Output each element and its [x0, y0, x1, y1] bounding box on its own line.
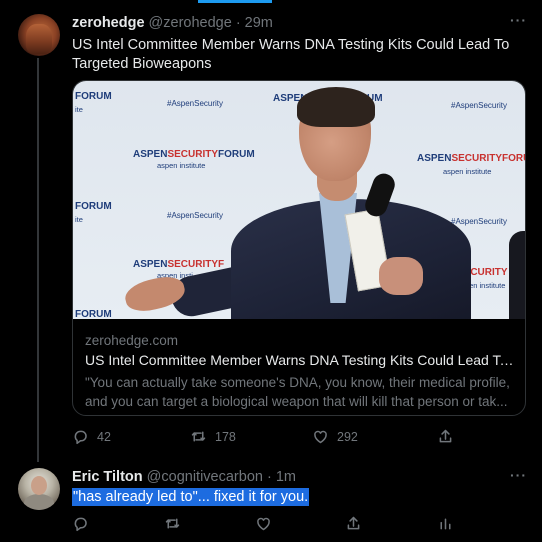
author-name[interactable]: zerohedge	[72, 15, 145, 31]
analytics-button[interactable]	[437, 515, 454, 532]
wall-text: FORUM	[75, 91, 112, 102]
wall-text: FORUM	[75, 309, 112, 319]
share-button[interactable]	[437, 428, 454, 445]
card-image: FORUM ite #AspenSecurity ASPEN UM #Aspen…	[73, 81, 525, 319]
tweet-header: zerohedge @zerohedge · 29m	[72, 15, 273, 31]
link-card[interactable]: FORUM ite #AspenSecurity ASPEN UM #Aspen…	[72, 80, 526, 416]
card-description: "You can actually take someone's DNA, yo…	[85, 375, 510, 409]
retweet-icon	[191, 431, 206, 442]
reply-button[interactable]	[72, 515, 89, 532]
tweet-actions	[72, 515, 472, 535]
more-options-icon[interactable]: ···	[510, 467, 527, 483]
reply-icon	[74, 517, 87, 532]
analytics-icon	[440, 518, 451, 530]
share-button[interactable]	[345, 515, 362, 532]
reply-icon	[74, 430, 87, 445]
like-count: 292	[337, 429, 358, 444]
like-button[interactable]	[255, 515, 272, 532]
author-handle-time[interactable]: @zerohedge · 29m	[149, 15, 273, 31]
heart-icon	[314, 430, 327, 444]
active-tab-indicator	[198, 0, 272, 3]
author-handle-time[interactable]: @cognitivecarbon · 1m	[147, 469, 296, 485]
wall-text: ite	[75, 105, 83, 114]
share-icon	[439, 429, 452, 443]
reply-button[interactable]: 42	[72, 428, 111, 445]
avatar-image	[26, 24, 52, 54]
tweet-header: Eric Tilton @cognitivecarbon · 1m	[72, 469, 296, 485]
tweet-text: US Intel Committee Member Warns DNA Test…	[72, 37, 510, 72]
card-domain: zerohedge.com	[85, 333, 179, 348]
author-name[interactable]: Eric Tilton	[72, 469, 143, 485]
avatar[interactable]	[18, 468, 60, 510]
speaker-photo	[122, 81, 471, 319]
retweet-button[interactable]	[164, 515, 181, 532]
wall-text: FORUM	[75, 201, 112, 212]
heart-icon	[257, 517, 270, 531]
card-title: US Intel Committee Member Warns DNA Test…	[85, 352, 517, 368]
retweet-button[interactable]: 178	[190, 428, 236, 445]
reply-text-selected: "has already led to"... fixed it for you…	[72, 488, 310, 506]
wall-text: ite	[75, 215, 83, 224]
like-button[interactable]: 292	[312, 428, 358, 445]
tweet-actions: 42 178 292	[72, 428, 472, 448]
thread-connector-line	[37, 58, 39, 462]
retweet-count: 178	[215, 429, 236, 444]
more-options-icon[interactable]: ···	[510, 12, 527, 28]
retweet-icon	[165, 518, 180, 529]
avatar[interactable]	[18, 14, 60, 56]
share-icon	[347, 516, 360, 530]
reply-count: 42	[97, 429, 111, 444]
